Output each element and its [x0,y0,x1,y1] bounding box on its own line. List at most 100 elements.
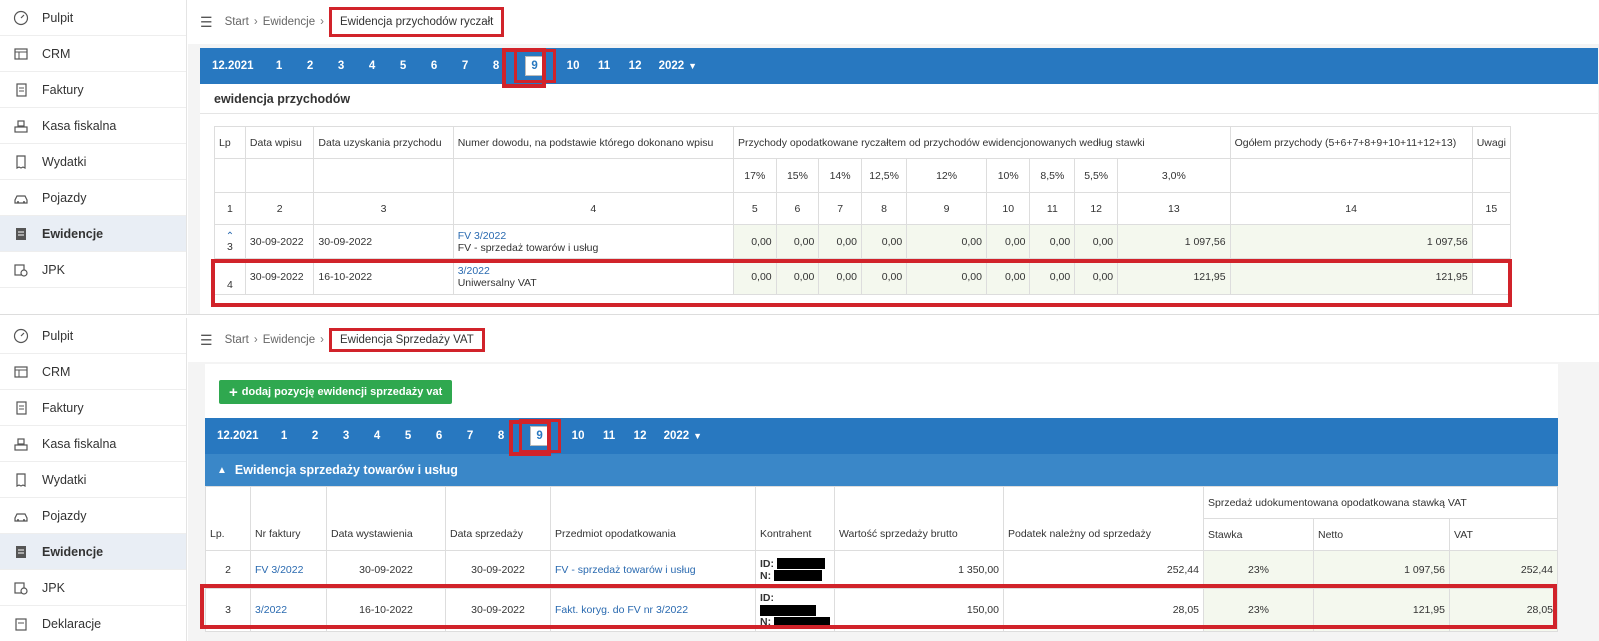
row-przedmiot[interactable]: FV - sprzedaż towarów i usług [550,550,756,589]
breadcrumb-current: Ewidencja Sprzedaży VAT [328,328,485,352]
sidebar-item-pulpit[interactable]: Pulpit [0,318,186,354]
sidebar-item-faktury[interactable]: Faktury [0,72,186,108]
row-val: 0,00 [985,258,1031,295]
row-val: 0,00 [985,224,1031,259]
col-lp: Lp [214,126,246,159]
sidebar-item-jpk[interactable]: JPK [0,252,186,288]
row-doc-link[interactable]: FV 3/2022 [458,230,506,242]
row-total: 1 097,56 [1229,224,1473,259]
month-5[interactable]: 5 [388,48,419,84]
row-val: 1 097,56 [1117,224,1231,259]
row-stawka: 23% [1203,550,1314,589]
month-10[interactable]: 10 [563,418,594,454]
sidebar-item-label: Pulpit [42,328,74,343]
sidebar-item-deklaracje[interactable]: Deklaracje [0,606,186,641]
menu-icon[interactable]: ☰ [200,332,213,349]
col-lp: Lp. [205,486,251,551]
sidebar-item-pojazdy[interactable]: Pojazdy [0,180,186,216]
month-1[interactable]: 1 [269,418,300,454]
colnum-11: 11 [1029,192,1076,225]
row-nr-faktury[interactable]: FV 3/2022 [250,550,327,589]
month-2[interactable]: 2 [300,418,331,454]
row-doc-cell: 3/2022 Uniwersalny VAT [452,258,734,295]
sidebar-item-jpk[interactable]: JPK [0,570,186,606]
breadcrumb-ewidencje[interactable]: Ewidencje [263,16,315,28]
month-7[interactable]: 7 [450,48,481,84]
sidebar-item-label: JPK [42,580,65,595]
kontrahent-name-label: N: [760,569,772,582]
row-val: 0,00 [860,258,908,295]
row-val: 121,95 [1117,258,1231,295]
month-prev-year[interactable]: 12.2021 [200,48,264,84]
row-nr-faktury[interactable]: 3/2022 [250,588,327,632]
sidebar-item-wydatki[interactable]: Wydatki [0,462,186,498]
table-row: 2 FV 3/2022 30-09-2022 30-09-2022 FV - s… [205,550,1558,589]
add-button-label: dodaj pozycję ewidencji sprzedaży vat [241,386,443,398]
row-val: 0,00 [1074,258,1119,295]
sidebar-item-kasa-fiskalna[interactable]: Kasa fiskalna [0,108,186,144]
sidebar-item-crm[interactable]: CRM [0,354,186,390]
rate-8-5: 8,5% [1029,158,1076,193]
month-12[interactable]: 12 [620,48,651,84]
row-val: 0,00 [860,224,908,259]
cash-register-icon [0,118,42,134]
sidebar-item-pojazdy[interactable]: Pojazdy [0,498,186,534]
col-vat: VAT [1449,518,1558,551]
row-przedmiot[interactable]: Fakt. koryg. do FV nr 3/2022 [550,588,756,632]
month-12[interactable]: 12 [625,418,656,454]
row-kontrahent: ID: N: [755,588,835,632]
redacted-block [774,616,831,628]
sidebar-item-pulpit[interactable]: Pulpit [0,0,186,36]
sidebar-item-label: Wydatki [42,472,87,487]
month-9[interactable]: 9 [529,426,550,446]
month-4[interactable]: 4 [362,418,393,454]
month-5[interactable]: 5 [393,418,424,454]
month-4[interactable]: 4 [357,48,388,84]
row-total: 121,95 [1229,258,1473,295]
sidebar-item-faktury[interactable]: Faktury [0,390,186,426]
colnum-2: 2 [244,192,315,225]
add-vat-entry-button[interactable]: + dodaj pozycję ewidencji sprzedaży vat [219,380,453,404]
col-kontrahent: Kontrahent [755,486,835,551]
month-6[interactable]: 6 [419,48,450,84]
month-selected-frame: 9 [513,49,556,83]
invoice-icon [0,82,42,98]
menu-icon[interactable]: ☰ [200,14,213,31]
year-label: 2022 [663,430,690,442]
row-netto: 1 097,56 [1313,550,1450,589]
dashboard-icon [0,328,42,344]
sidebar: Pulpit CRM Faktury Kasa fiskalna Wydatki… [0,0,187,316]
month-10[interactable]: 10 [558,48,589,84]
sidebar-item-crm[interactable]: CRM [0,36,186,72]
invoice-icon [0,400,42,416]
col-brutto: Wartość sprzedaży brutto [834,486,1004,551]
month-8[interactable]: 8 [486,418,517,454]
year-dropdown[interactable]: 2022 ▼ [651,48,706,84]
sidebar-item-ewidencje[interactable]: Ewidencje [0,216,186,252]
month-8[interactable]: 8 [481,48,512,84]
month-7[interactable]: 7 [455,418,486,454]
month-11[interactable]: 11 [594,418,625,454]
breadcrumb-ewidencje[interactable]: Ewidencje [263,334,315,346]
rate-12-5: 12,5% [860,158,908,193]
breadcrumb-start[interactable]: Start [225,334,249,346]
section-header[interactable]: ▲ Ewidencja sprzedaży towarów i usług [205,454,1558,486]
sidebar-item-wydatki[interactable]: Wydatki [0,144,186,180]
breadcrumb-start[interactable]: Start [225,16,249,28]
month-6[interactable]: 6 [424,418,455,454]
month-9[interactable]: 9 [524,56,545,76]
row-vat: 252,44 [1449,550,1558,589]
month-2[interactable]: 2 [295,48,326,84]
caret-down-icon: ▼ [688,61,698,71]
row-doc-link[interactable]: 3/2022 [458,265,490,277]
month-prev-year[interactable]: 12.2021 [205,418,269,454]
sidebar-item-ewidencje[interactable]: Ewidencje [0,534,186,570]
colnum-9: 9 [906,192,987,225]
year-dropdown[interactable]: 2022 ▼ [656,418,711,454]
month-1[interactable]: 1 [264,48,295,84]
month-11[interactable]: 11 [589,48,620,84]
month-3[interactable]: 3 [326,48,357,84]
colnum-15: 15 [1471,192,1512,225]
month-3[interactable]: 3 [331,418,362,454]
sidebar-item-kasa-fiskalna[interactable]: Kasa fiskalna [0,426,186,462]
